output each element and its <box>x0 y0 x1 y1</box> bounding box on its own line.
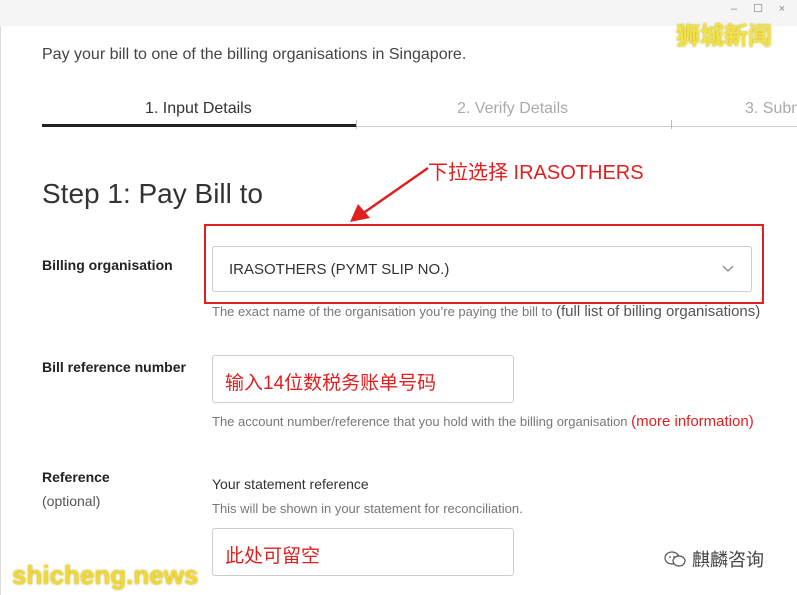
minimize-icon[interactable]: – <box>729 4 739 15</box>
statement-reference-title: Your statement reference <box>212 476 369 492</box>
billing-org-label: Billing organisation <box>42 257 173 273</box>
intro-text: Pay your bill to one of the billing orga… <box>42 46 467 63</box>
statement-reference-input-value: 此处可留空 <box>225 546 321 567</box>
bill-ref-hint-text: The account number/reference that you ho… <box>212 414 628 429</box>
reference-label: Reference <box>42 469 110 485</box>
statement-reference-input[interactable]: 此处可留空 <box>212 528 514 576</box>
annotation-text: 下拉选择 IRASOTHERS <box>428 162 644 184</box>
step-progress-track <box>356 126 797 127</box>
step-verify-details[interactable]: 2. Verify Details <box>457 100 568 118</box>
close-icon[interactable]: × <box>777 4 787 15</box>
step-input-details[interactable]: 1. Input Details <box>145 100 252 118</box>
maximize-icon[interactable]: ☐ <box>753 4 763 15</box>
bill-ref-hint: The account number/reference that you ho… <box>212 413 754 430</box>
watermark-wechat-text: 麒麟咨询 <box>692 550 764 570</box>
watermark-bottom: shicheng.news <box>12 560 199 590</box>
step-heading: Step 1: Pay Bill to <box>42 178 264 209</box>
billing-org-list-link[interactable]: (full list of billing organisations) <box>556 303 760 320</box>
reference-optional-label: (optional) <box>42 493 101 509</box>
billing-org-hint-text: The exact name of the organisation you’r… <box>212 304 553 319</box>
annotation-arrow-icon <box>350 166 429 222</box>
statement-reference-hint: This will be shown in your statement for… <box>212 501 523 516</box>
bill-ref-input-value: 输入14位数税务账单号码 <box>225 373 437 394</box>
step-progress-active <box>42 124 356 127</box>
billing-org-hint: The exact name of the organisation you’r… <box>212 303 760 320</box>
step-divider <box>671 120 672 129</box>
watermark-top: 狮城新闻 <box>676 23 772 50</box>
step-submit[interactable]: 3. Subm <box>745 100 797 118</box>
wechat-icon <box>664 551 686 567</box>
watermark-wechat: 麒麟咨询 <box>664 546 764 572</box>
bill-ref-label: Bill reference number <box>42 359 186 375</box>
step-divider <box>356 120 357 129</box>
bill-ref-input[interactable]: 输入14位数税务账单号码 <box>212 355 514 403</box>
more-information-link[interactable]: (more information) <box>631 413 754 430</box>
annotation-highlight-box <box>204 224 764 304</box>
window-controls: – ☐ × <box>729 4 787 15</box>
